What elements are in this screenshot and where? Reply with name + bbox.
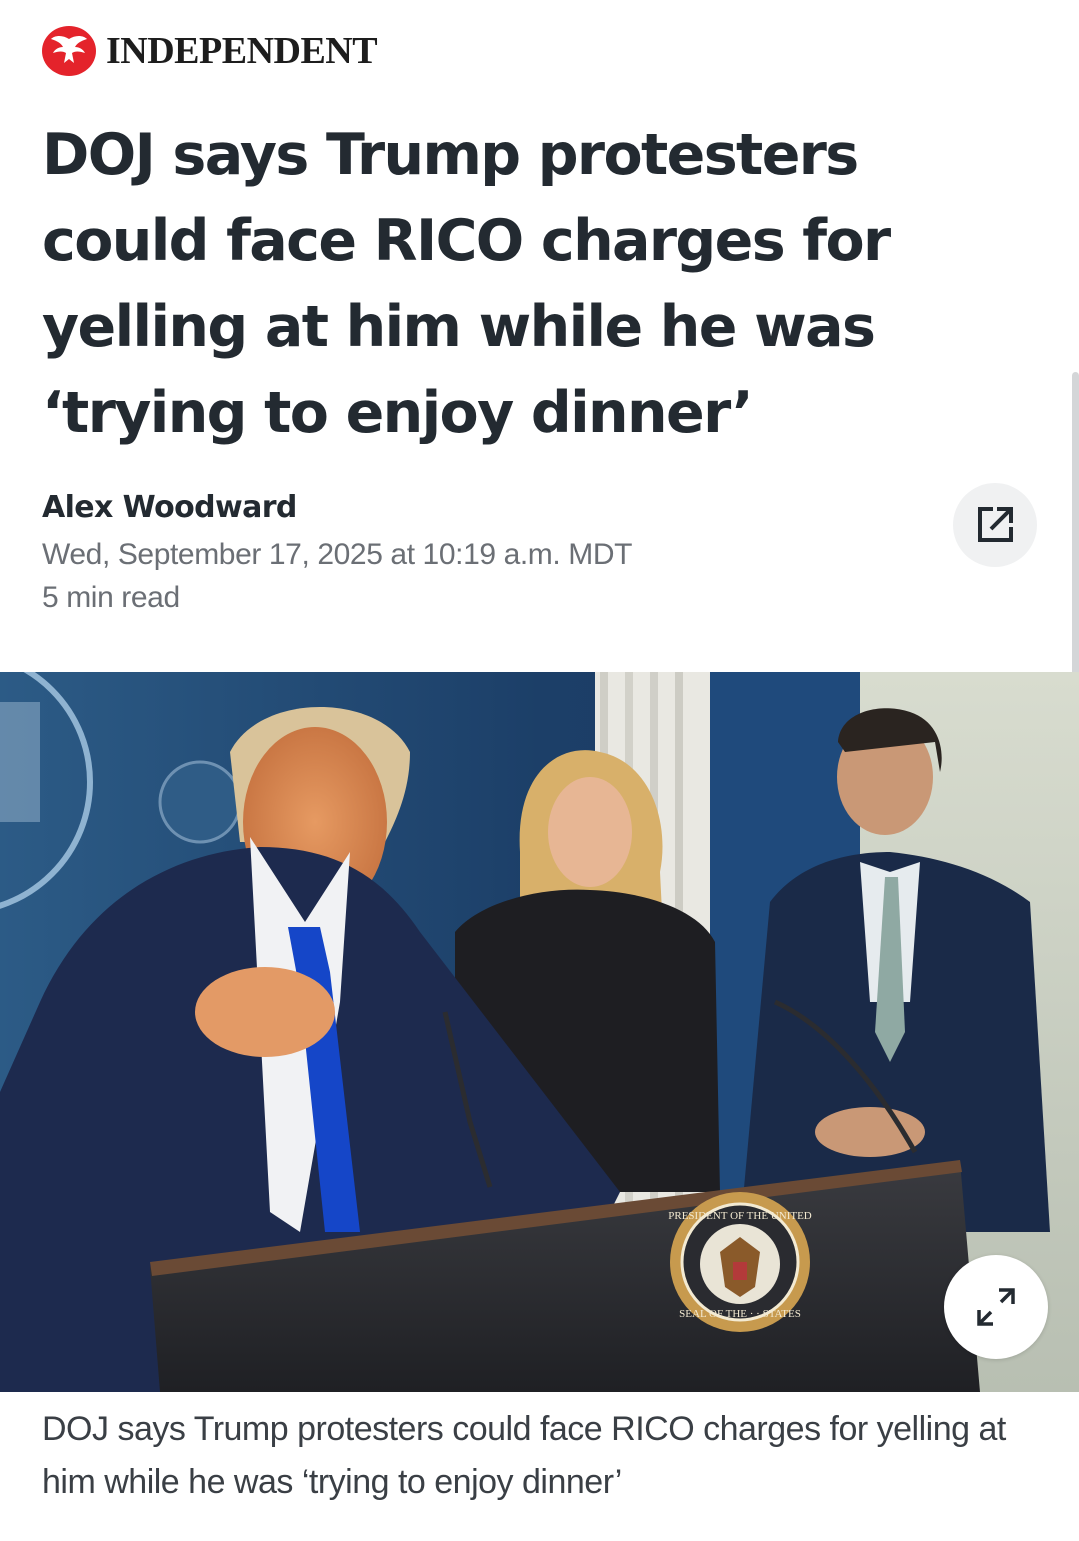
article-photo[interactable]: PRESIDENT OF THE UNITED SEAL OF THE · · … (0, 672, 1079, 1392)
expand-image-button[interactable] (944, 1255, 1048, 1359)
article-page: INDEPENDENT DOJ says Trump protesters co… (0, 0, 1079, 1541)
article-headline: DOJ says Trump protesters could face RIC… (42, 122, 891, 446)
seal-text-top: PRESIDENT OF THE UNITED (668, 1210, 812, 1222)
share-button[interactable] (953, 483, 1037, 567)
external-link-icon (978, 507, 1013, 542)
seal-text-bottom: SEAL OF THE · · STATES (679, 1308, 801, 1320)
publisher-header[interactable]: INDEPENDENT (42, 26, 378, 76)
read-time: 5 min read (42, 581, 180, 614)
photo-caption: DOJ says Trump protesters could face RIC… (42, 1410, 1006, 1501)
expand-arrows-icon (977, 1288, 1015, 1326)
publisher-name: INDEPENDENT (106, 30, 378, 72)
author-name[interactable]: Alex Woodward (42, 490, 297, 525)
publish-date: Wed, September 17, 2025 at 10:19 a.m. MD… (42, 538, 633, 571)
eagle-icon (42, 26, 96, 76)
